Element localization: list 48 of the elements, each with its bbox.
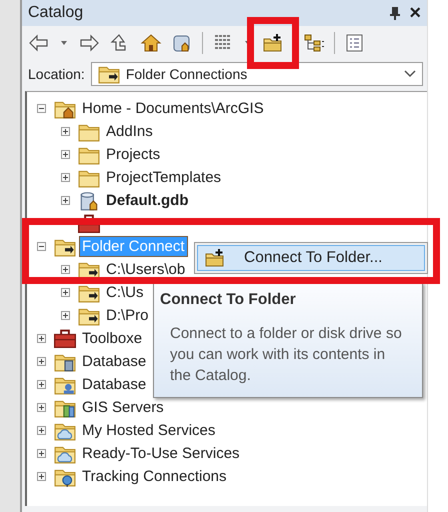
- tree-item[interactable]: Database: [80, 352, 148, 371]
- expand-toggle[interactable]: [61, 288, 70, 297]
- add-folder-icon[interactable]: [262, 33, 284, 53]
- add-folder-icon[interactable]: [204, 248, 226, 268]
- tooltip-title: Connect To Folder: [160, 291, 297, 309]
- expand-toggle[interactable]: [61, 150, 70, 159]
- menu-item[interactable]: Connect To Folder...: [197, 245, 425, 271]
- expand-toggle[interactable]: [37, 403, 46, 412]
- home-icon[interactable]: [140, 33, 162, 53]
- chevron-icon[interactable]: [404, 70, 416, 78]
- close-button[interactable]: ×: [409, 3, 421, 23]
- tree-item[interactable]: C:\Us: [104, 283, 146, 302]
- expand-toggle[interactable]: [37, 426, 46, 435]
- tree-item[interactable]: Projects: [104, 145, 162, 164]
- expand-toggle[interactable]: [61, 127, 70, 136]
- expand-toggle[interactable]: [61, 265, 70, 274]
- tree-item[interactable]: Database: [80, 375, 148, 394]
- tree-item[interactable]: GIS Servers: [80, 398, 166, 417]
- expand-toggle[interactable]: [61, 173, 70, 182]
- pin-icon[interactable]: [389, 6, 402, 20]
- geodatabase-icon: [78, 190, 100, 212]
- location-label: Location:: [28, 66, 85, 82]
- tree-item[interactable]: Ready-To-Use Services: [80, 444, 242, 463]
- expand-toggle[interactable]: [37, 380, 46, 389]
- tree-item[interactable]: C:\Users\ob: [104, 260, 188, 279]
- expand-toggle[interactable]: [61, 196, 70, 205]
- tree-item[interactable]: Home - Documents\ArcGIS: [80, 99, 266, 118]
- tree-item[interactable]: Toolboxe: [80, 329, 144, 348]
- expand-toggle[interactable]: [61, 311, 70, 320]
- tooltip-text: Connect to a folder or disk drive so you can work with its contents in the Catalog.: [169, 324, 403, 386]
- expand-toggle[interactable]: [37, 449, 46, 458]
- back-arrow-icon[interactable]: [28, 33, 50, 53]
- forward-arrow-icon[interactable]: [78, 33, 100, 53]
- collapse-toggle[interactable]: [37, 104, 46, 113]
- tree-item[interactable]: D:\Pro: [104, 306, 151, 325]
- tree-item[interactable]: My Hosted Services: [80, 421, 218, 440]
- expand-toggle[interactable]: [37, 357, 46, 366]
- location-dropdown[interactable]: Folder Connections: [90, 62, 423, 86]
- expand-toggle[interactable]: [37, 472, 46, 481]
- panel-title: Catalog: [28, 4, 84, 22]
- tree-item[interactable]: ProjectTemplates: [104, 168, 224, 187]
- expand-toggle[interactable]: [37, 334, 46, 343]
- tree-item[interactable]: AddIns: [104, 122, 155, 141]
- tree-item[interactable]: Default.gdb: [104, 191, 190, 210]
- tree-structure-icon[interactable]: [303, 33, 325, 53]
- collapse-toggle[interactable]: [37, 242, 46, 251]
- tree-item[interactable]: Tracking Connections: [80, 467, 229, 486]
- toolbox-icon: [54, 328, 76, 350]
